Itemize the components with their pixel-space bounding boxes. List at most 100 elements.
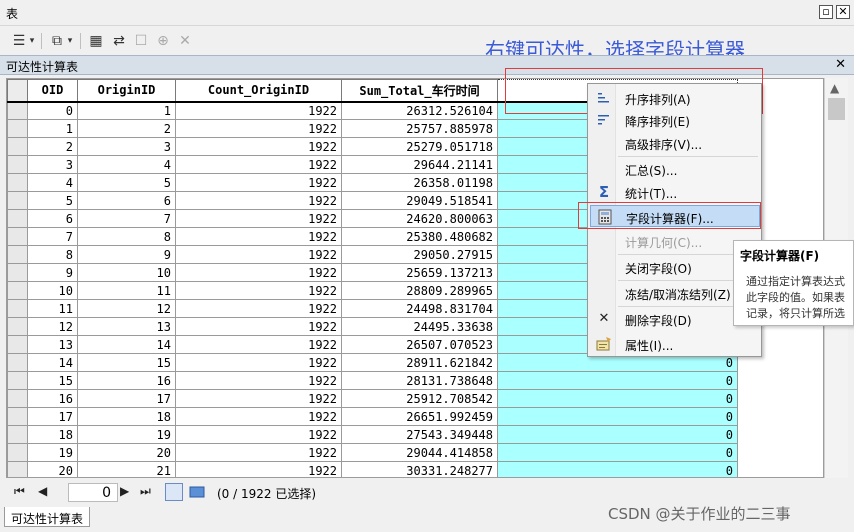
cell-sum-total[interactable]: 28809.289965 [341,281,498,300]
menu-item-advanced-sort[interactable]: 高级排序(V)... [590,132,760,154]
cell-oid[interactable]: 9 [27,263,78,282]
cell-oid[interactable]: 16 [27,389,78,408]
cell-count-originid[interactable]: 1922 [175,227,342,246]
first-record-icon[interactable]: ⏮ [14,484,25,499]
cell-oid[interactable]: 14 [27,353,78,372]
cell-oid[interactable]: 20 [27,461,78,477]
close-icon[interactable]: ✕ [835,57,846,72]
cell-oid[interactable]: 0 [27,101,78,120]
cell-sum-total[interactable]: 26312.526104 [341,101,498,120]
cell-originid[interactable]: 3 [77,137,176,156]
cell-count-originid[interactable]: 1922 [175,371,342,390]
cell-sum-total[interactable]: 26358.01198 [341,173,498,192]
row-selector[interactable] [7,425,28,444]
row-selector[interactable] [7,227,28,246]
row-header-corner[interactable] [7,79,28,103]
cell-count-originid[interactable]: 1922 [175,299,342,318]
cell-count-originid[interactable]: 1922 [175,245,342,264]
cell-originid[interactable]: 5 [77,173,176,192]
menu-item-properties[interactable]: 属性(I)... [590,333,760,355]
cell-sum-total[interactable]: 29044.414858 [341,443,498,462]
cell-sum-total[interactable]: 24620.800063 [341,209,498,228]
row-selector[interactable] [7,263,28,282]
cell-oid[interactable]: 8 [27,245,78,264]
cell-oid[interactable]: 18 [27,425,78,444]
row-selector[interactable] [7,299,28,318]
cell-count-originid[interactable]: 1922 [175,101,342,120]
menu-item-sort-ascending[interactable]: 升序排列(A) [590,87,760,109]
select-by-attributes-icon[interactable]: ▦ [85,31,107,51]
cell-originid[interactable]: 19 [77,425,176,444]
restore-icon[interactable]: ▫ [819,5,833,19]
cell-oid[interactable]: 5 [27,191,78,210]
cell-sum-total[interactable]: 25380.480682 [341,227,498,246]
row-selector[interactable] [7,443,28,462]
cell-sum-total[interactable]: 24495.33638 [341,317,498,336]
cell-sum-total[interactable]: 25659.137213 [341,263,498,282]
cell-oid[interactable]: 10 [27,281,78,300]
show-all-records-icon[interactable] [165,483,183,501]
cell-sum-total[interactable]: 25912.708542 [341,389,498,408]
cell-originid[interactable]: 21 [77,461,176,477]
cell-originid[interactable]: 15 [77,353,176,372]
cell-originid[interactable]: 14 [77,335,176,354]
row-selector[interactable] [7,389,28,408]
show-selected-records-icon[interactable] [188,483,206,501]
row-selector[interactable] [7,191,28,210]
cell-oid[interactable]: 15 [27,371,78,390]
cell-count-originid[interactable]: 1922 [175,137,342,156]
cell-count-originid[interactable]: 1922 [175,461,342,477]
cell-count-originid[interactable]: 1922 [175,173,342,192]
next-record-icon[interactable]: ▶ [120,484,129,498]
cell-sum-total[interactable]: 27543.349448 [341,425,498,444]
column-header-originid[interactable]: OriginID [77,79,176,103]
menu-item-sort-descending[interactable]: 降序排列(E) [590,109,760,131]
cell-count-originid[interactable]: 1922 [175,407,342,426]
cell-originid[interactable]: 7 [77,209,176,228]
cell-sum-total[interactable]: 25279.051718 [341,137,498,156]
cell-originid[interactable]: 6 [77,191,176,210]
cell-originid[interactable]: 4 [77,155,176,174]
column-header-sum-total[interactable]: Sum_Total_车行时间 [341,79,498,103]
cell-accessibility[interactable]: 0 [497,425,738,444]
cell-originid[interactable]: 17 [77,389,176,408]
cell-originid[interactable]: 9 [77,245,176,264]
cell-oid[interactable]: 13 [27,335,78,354]
delete-selected-icon[interactable]: ✕ [174,31,196,51]
cell-count-originid[interactable]: 1922 [175,281,342,300]
cell-oid[interactable]: 19 [27,443,78,462]
menu-item-statistics[interactable]: Σ 统计(T)... [590,181,760,203]
table-row[interactable]: 16 17 1922 25912.708542 0 [7,389,738,408]
scroll-thumb[interactable] [828,98,845,120]
cell-sum-total[interactable]: 26651.992459 [341,407,498,426]
cell-count-originid[interactable]: 1922 [175,443,342,462]
row-selector[interactable] [7,119,28,138]
cell-oid[interactable]: 7 [27,227,78,246]
cell-originid[interactable]: 16 [77,371,176,390]
cell-originid[interactable]: 12 [77,299,176,318]
row-selector[interactable] [7,209,28,228]
row-selector[interactable] [7,101,28,120]
row-selector[interactable] [7,335,28,354]
table-row[interactable]: 20 21 1922 30331.248277 0 [7,461,738,477]
bottom-table-tab[interactable]: 可达性计算表 [4,507,90,527]
row-selector[interactable] [7,137,28,156]
cell-originid[interactable]: 2 [77,119,176,138]
row-selector[interactable] [7,317,28,336]
cell-oid[interactable]: 2 [27,137,78,156]
cell-sum-total[interactable]: 28911.621842 [341,353,498,372]
close-icon[interactable]: ✕ [836,5,850,19]
cell-accessibility[interactable]: 0 [497,443,738,462]
table-row[interactable]: 18 19 1922 27543.349448 0 [7,425,738,444]
cell-count-originid[interactable]: 1922 [175,155,342,174]
cell-accessibility[interactable]: 0 [497,407,738,426]
row-selector[interactable] [7,245,28,264]
clear-selection-icon[interactable]: ☐ [130,31,152,51]
cell-count-originid[interactable]: 1922 [175,353,342,372]
cell-sum-total[interactable]: 28131.738648 [341,371,498,390]
cell-oid[interactable]: 4 [27,173,78,192]
cell-sum-total[interactable]: 29049.518541 [341,191,498,210]
column-header-oid[interactable]: OID [27,79,78,103]
cell-sum-total[interactable]: 25757.885978 [341,119,498,138]
switch-selection-icon[interactable]: ⇄ [108,31,130,51]
